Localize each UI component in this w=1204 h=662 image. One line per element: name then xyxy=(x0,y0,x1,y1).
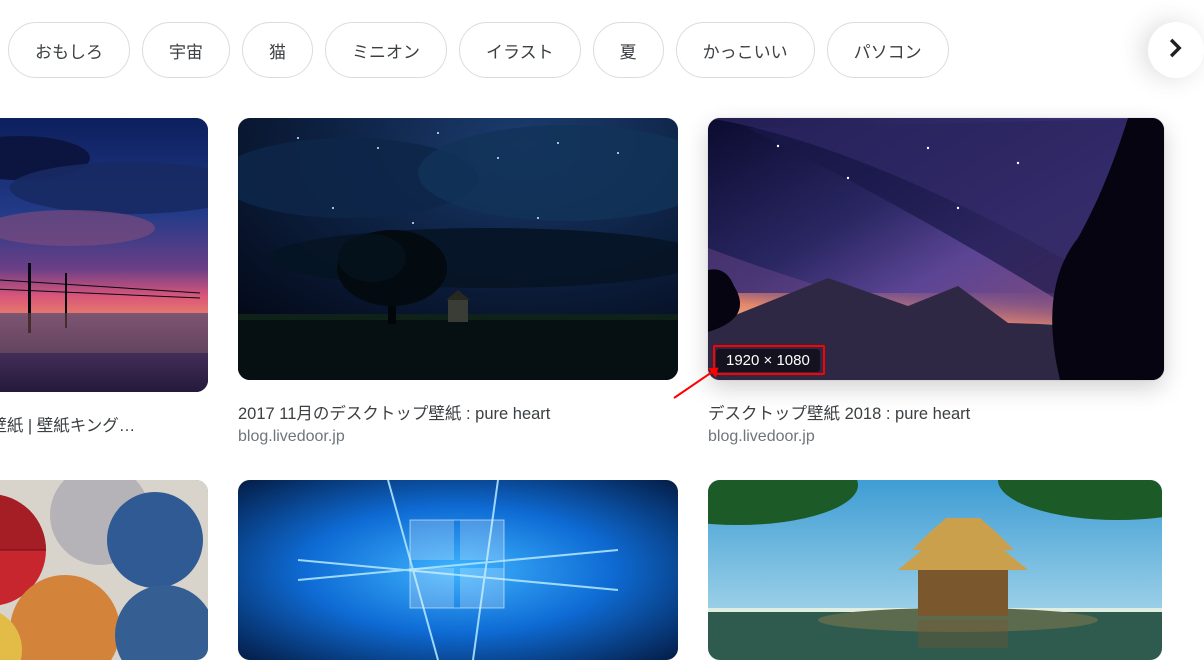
result-thumbnail[interactable] xyxy=(0,118,208,392)
filter-chip-row: おもしろ 宇宙 猫 ミニオン イラスト 夏 かっこいい パソコン xyxy=(0,0,1204,100)
result-thumbnail[interactable] xyxy=(708,480,1162,660)
result-card[interactable]: 00)の壁紙 | 壁紙キング… xyxy=(0,118,208,446)
result-thumbnail[interactable] xyxy=(0,480,208,660)
filter-chip-pasokon[interactable]: パソコン xyxy=(827,22,949,78)
filter-chip-illust[interactable]: イラスト xyxy=(459,22,581,78)
result-thumbnail[interactable] xyxy=(238,480,678,660)
result-card[interactable] xyxy=(0,480,208,660)
chip-scroll-right-button[interactable] xyxy=(1148,22,1204,78)
chevron-right-icon xyxy=(1163,35,1189,66)
image-results-grid: 00)の壁紙 | 壁紙キング… xyxy=(0,118,1204,660)
result-card[interactable]: 2017 11月のデスクトップ壁紙 : pure heart blog.live… xyxy=(238,118,678,446)
result-thumbnail[interactable]: 1920 × 1080 xyxy=(708,118,1164,380)
filter-chip-kakkoii[interactable]: かっこいい xyxy=(676,22,815,78)
result-card[interactable] xyxy=(238,480,678,660)
result-source: blog.livedoor.jp xyxy=(708,428,1164,446)
filter-chip-omoshiro[interactable]: おもしろ xyxy=(8,22,130,78)
image-size-badge: 1920 × 1080 xyxy=(716,349,820,372)
filter-chip-minion[interactable]: ミニオン xyxy=(325,22,447,78)
result-thumbnail[interactable] xyxy=(238,118,678,380)
result-card[interactable] xyxy=(708,480,1162,660)
filter-chip-neko[interactable]: 猫 xyxy=(242,22,313,78)
result-title: 00)の壁紙 | 壁紙キング… xyxy=(0,412,208,436)
filter-chip-uchu[interactable]: 宇宙 xyxy=(142,22,230,78)
filter-chip-natsu[interactable]: 夏 xyxy=(593,22,664,78)
result-card[interactable]: 1920 × 1080 デスクトップ壁紙 2018 : pure heart b… xyxy=(708,118,1164,446)
result-source: blog.livedoor.jp xyxy=(238,428,678,446)
result-title: 2017 11月のデスクトップ壁紙 : pure heart xyxy=(238,400,678,424)
result-title: デスクトップ壁紙 2018 : pure heart xyxy=(708,400,1164,424)
